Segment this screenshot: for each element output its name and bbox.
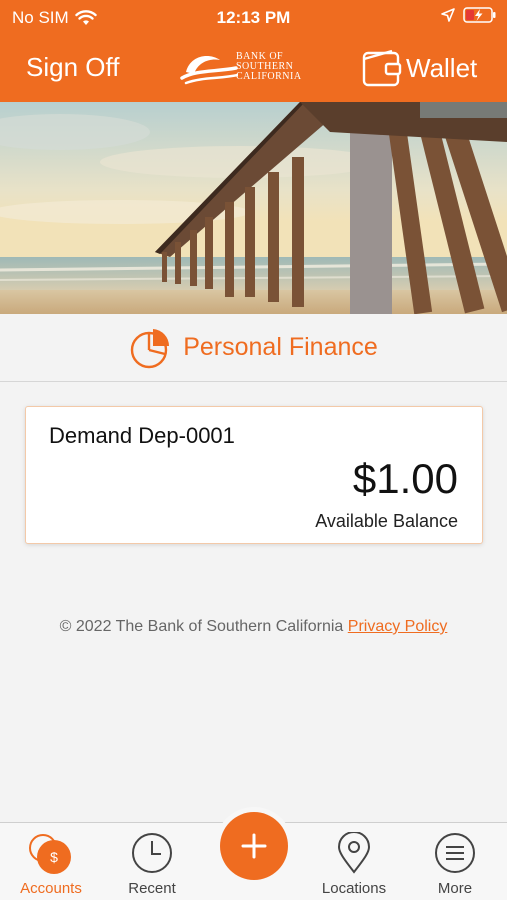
clock-icon: [132, 833, 172, 873]
menu-icon: [435, 833, 475, 873]
account-balance: $1.00: [352, 455, 458, 502]
copyright-footer: © 2022 The Bank of Southern California P…: [0, 618, 507, 636]
tab-label: Recent: [128, 880, 176, 897]
svg-text:$: $: [50, 849, 58, 865]
status-time: 12:13 PM: [216, 8, 291, 27]
tab-locations[interactable]: Locations: [304, 823, 404, 900]
accounts-icon: $: [29, 834, 71, 874]
copyright-text: © 2022 The Bank of Southern California: [59, 618, 344, 635]
bank-logo: BANK OF SOUTHERN CALIFORNIA: [180, 50, 315, 86]
personal-finance-button[interactable]: Personal Finance: [0, 314, 507, 382]
tab-recent[interactable]: Recent: [102, 823, 202, 900]
tab-more[interactable]: More: [405, 823, 505, 900]
add-button[interactable]: [220, 812, 288, 880]
wallet-icon: [362, 49, 402, 87]
status-right: [441, 7, 497, 23]
location-pin-icon: [337, 832, 371, 874]
logo-text: BANK OF SOUTHERN CALIFORNIA: [236, 52, 302, 82]
status-bar: No SIM 12:13 PM: [0, 0, 507, 36]
balance-caption: Available Balance: [315, 511, 458, 531]
sign-off-button[interactable]: Sign Off: [26, 52, 119, 83]
tab-label: Locations: [321, 880, 387, 897]
privacy-policy-link[interactable]: Privacy Policy: [348, 618, 448, 635]
personal-finance-label: Personal Finance: [183, 333, 378, 361]
logo-wave-icon: [180, 56, 238, 85]
plus-icon: [241, 833, 267, 859]
tab-accounts[interactable]: $ Accounts: [1, 823, 101, 900]
hero-pier-image: [0, 102, 507, 314]
pier-illustration: [0, 102, 507, 314]
logo-line: CALIFORNIA: [236, 71, 302, 82]
wallet-label: Wallet: [406, 52, 478, 83]
account-name: Demand Dep-0001: [49, 423, 235, 448]
tab-label: Accounts: [20, 880, 82, 897]
pie-chart-icon: [131, 328, 170, 368]
battery-icon: [463, 7, 496, 23]
location-arrow-icon: [441, 8, 455, 22]
account-card[interactable]: Demand Dep-0001 $1.00 Available Balance: [25, 406, 483, 544]
app-header: No SIM 12:13 PM Sign Off BANK OF SOUTHER…: [0, 0, 507, 102]
wallet-button[interactable]: Wallet: [362, 48, 477, 88]
tab-label: More: [437, 880, 473, 897]
